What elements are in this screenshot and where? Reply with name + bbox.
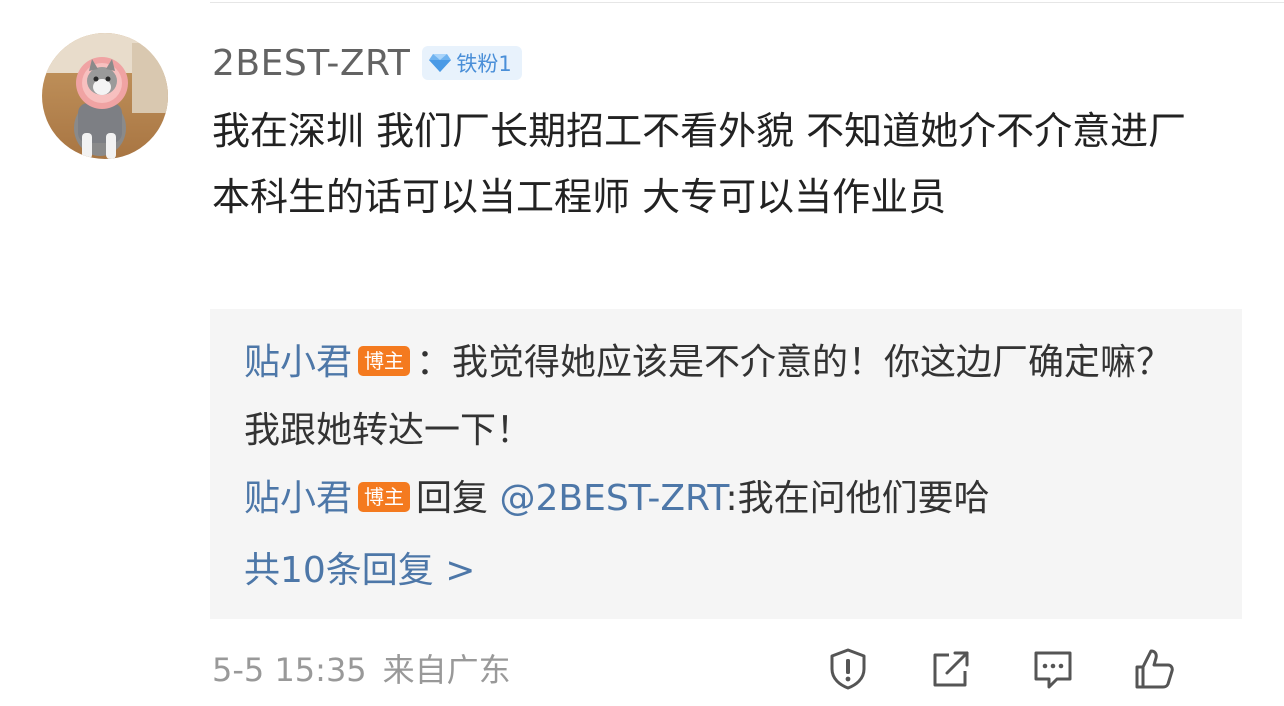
reply-separator: ：: [416, 342, 453, 383]
like-icon: [1135, 649, 1174, 689]
host-badge: 博主: [358, 346, 411, 376]
fan-badge[interactable]: 铁粉1: [422, 46, 522, 80]
report-button[interactable]: [826, 647, 870, 691]
avatar-cat-image: [42, 33, 168, 159]
fan-badge-label: 铁粉1: [456, 52, 512, 76]
username[interactable]: 2BEST-ZRT: [212, 43, 410, 84]
reply-text: :我在问他们要哈: [725, 478, 990, 519]
host-badge: 博主: [358, 482, 411, 512]
forward-button[interactable]: [929, 647, 973, 691]
comment-button[interactable]: [1031, 647, 1075, 691]
reply-author[interactable]: 贴小君: [244, 478, 352, 519]
comment-header: 2BEST-ZRT 铁粉1: [212, 38, 522, 88]
like-button[interactable]: [1133, 647, 1284, 691]
reply-item[interactable]: 贴小君 博主 ：我觉得她应该是不介意的！你这边厂确定嘛？我跟她转达一下！: [244, 329, 1204, 465]
top-divider: [210, 2, 1284, 3]
report-icon: [830, 648, 866, 690]
mention-link[interactable]: @2BEST-ZRT: [499, 478, 725, 519]
forward-icon: [933, 651, 969, 687]
reply-word: 回复: [416, 478, 489, 519]
comment-icon: [1034, 651, 1072, 689]
reply-box[interactable]: 贴小君 博主 ：我觉得她应该是不介意的！你这边厂确定嘛？我跟她转达一下！ 贴小君 博主…: [210, 309, 1242, 619]
diamond-icon: [429, 54, 452, 72]
reply-item[interactable]: 贴小君 博主 回复 @2BEST-ZRT:我在问他们要哈: [244, 465, 1204, 533]
reply-author[interactable]: 贴小君: [244, 342, 352, 383]
comment-text: 我在深圳 我们厂长期招工不看外貌 不知道她介不介意进厂 本科生的话可以当工程师 …: [212, 109, 1187, 219]
comment-meta: 5-5 15:35 来自广东: [212, 648, 511, 692]
avatar[interactable]: [42, 33, 168, 159]
comment-location: 来自广东: [382, 651, 511, 689]
comment-time: 5-5 15:35: [212, 651, 367, 689]
more-replies-link[interactable]: 共10条回复 >: [244, 537, 475, 605]
